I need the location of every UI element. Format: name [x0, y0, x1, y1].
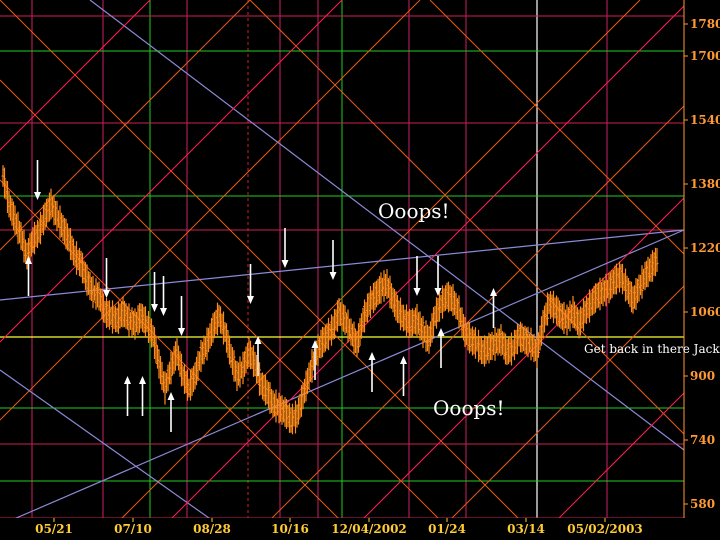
y-tick-label: 1700 [690, 49, 720, 63]
y-tick-label: 900 [690, 369, 715, 383]
x-tick-label: 12/04/2002 [331, 522, 407, 536]
x-tick-label: 01/24 [428, 522, 466, 536]
y-tick-label: 1540 [690, 113, 720, 127]
y-axis: 1780 1700 1540 1380 1220 1060 900 740 580 [683, 0, 720, 520]
gann-chart: 178017001540138012201060900740580 05/21 0… [0, 0, 720, 540]
x-tick-label: 07/10 [114, 522, 152, 536]
x-tick-label: 10/16 [271, 522, 309, 536]
y-tick-label: 1220 [690, 241, 720, 255]
x-tick-label: 08/28 [193, 522, 231, 536]
x-tick-label: 03/14 [507, 522, 545, 536]
x-tick-label: 05/02/2003 [567, 522, 643, 536]
annotation-ooops-lower: Ooops! [433, 396, 505, 420]
y-tick-label: 1380 [690, 177, 720, 191]
y-tick-label: 1780 [690, 17, 720, 31]
y-tick-label: 740 [690, 433, 715, 447]
annotation-get-back: Get back in there Jack! [584, 342, 720, 356]
x-tick-label: 05/21 [35, 522, 73, 536]
annotation-ooops-upper: Ooops! [378, 199, 450, 223]
y-tick-label: 580 [690, 497, 715, 511]
x-axis: 05/21 07/10 08/28 10/16 12/04/2002 01/24 03/14… [0, 518, 720, 540]
y-tick-label: 1060 [690, 305, 720, 319]
